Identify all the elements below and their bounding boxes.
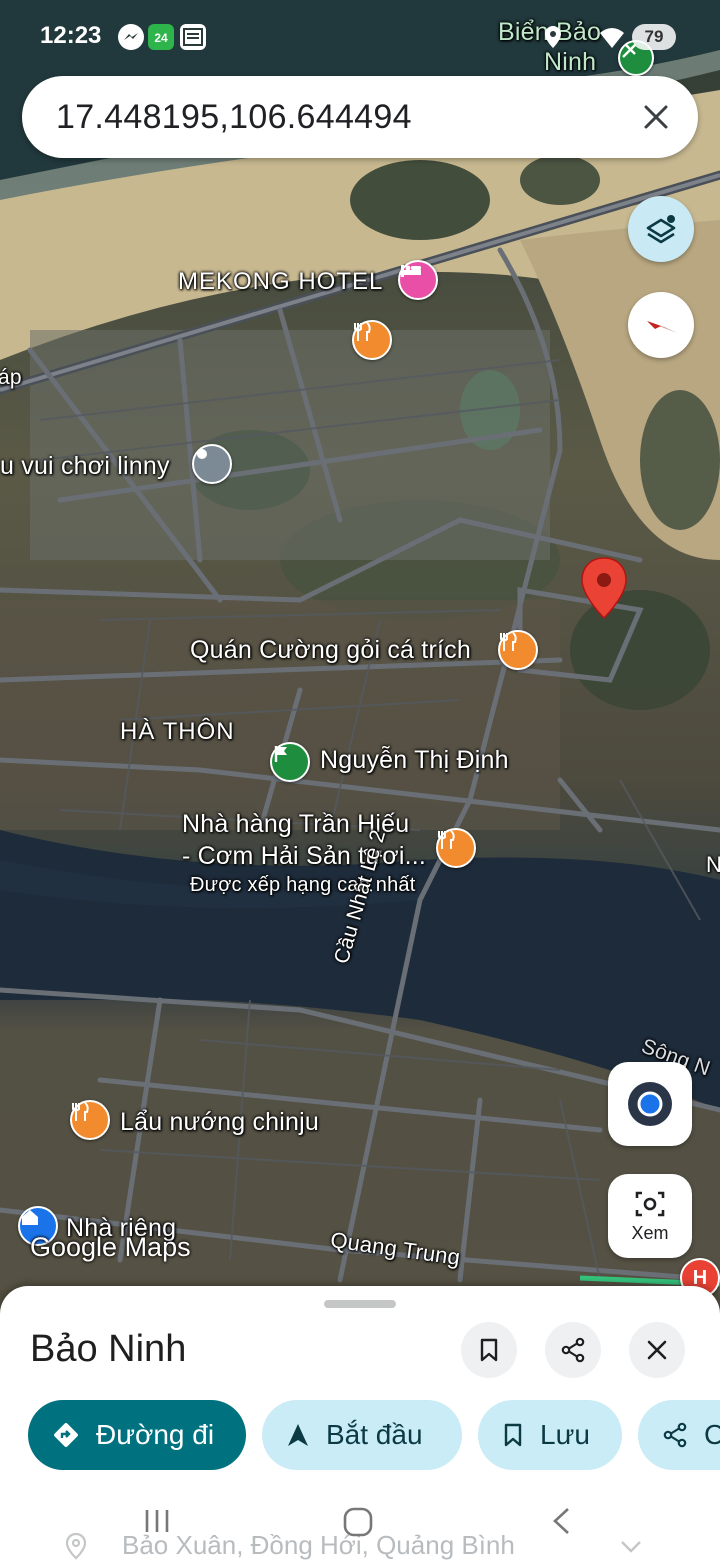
- close-sheet-button[interactable]: [629, 1322, 685, 1378]
- action-chips-row: Đường đi Bắt đầu Lưu C: [28, 1400, 720, 1470]
- start-button[interactable]: Bắt đầu: [262, 1400, 462, 1470]
- label-mekong-hotel[interactable]: MEKONG HOTEL: [178, 268, 383, 296]
- location-pin-icon[interactable]: [578, 556, 630, 622]
- close-icon: [644, 105, 668, 129]
- label-khu-vui-choi[interactable]: u vui chơi linny: [0, 452, 170, 481]
- landmark-poi-icon[interactable]: [270, 742, 310, 782]
- close-icon: [647, 1340, 667, 1360]
- layers-button[interactable]: [628, 196, 694, 262]
- label-nha-hang-2[interactable]: - Cơm Hải Sản tươi...: [182, 842, 426, 871]
- lens-button[interactable]: Xem: [608, 1174, 692, 1258]
- battery-indicator: 79: [632, 24, 676, 50]
- restaurant-poi-icon[interactable]: [436, 828, 476, 868]
- share-button[interactable]: C: [638, 1400, 720, 1470]
- label-quan-cuong[interactable]: Quán Cường gỏi cá trích: [190, 636, 471, 665]
- news-24h-icon: 24: [148, 24, 174, 50]
- label-ha-thon: HÀ THÔN: [120, 718, 235, 745]
- search-input[interactable]: 17.448195,106.644494: [56, 98, 626, 137]
- clear-search-button[interactable]: [626, 87, 686, 147]
- system-nav-bar: [0, 1486, 720, 1560]
- status-time: 12:23: [40, 22, 102, 49]
- directions-button[interactable]: Đường đi: [28, 1400, 246, 1470]
- status-bar: 12:23 24 79: [0, 0, 720, 70]
- lens-label: Xem: [631, 1222, 669, 1243]
- save-button[interactable]: Lưu: [478, 1400, 622, 1470]
- google-maps-logo: Google Maps: [30, 1232, 191, 1262]
- back-icon[interactable]: [548, 1506, 574, 1536]
- camera-lens-icon: [635, 1191, 665, 1216]
- recent-apps-icon[interactable]: [142, 1506, 172, 1536]
- bookmark-icon: [480, 1338, 498, 1362]
- save-label: Lưu: [540, 1419, 590, 1450]
- restaurant-poi-icon[interactable]: [352, 320, 392, 360]
- compass-icon: [647, 321, 677, 333]
- location-status-icon: [545, 26, 561, 48]
- messenger-icon: [118, 24, 144, 50]
- place-poi-icon[interactable]: [192, 444, 232, 484]
- restaurant-poi-icon[interactable]: [70, 1100, 110, 1140]
- home-icon[interactable]: [342, 1506, 374, 1538]
- label-edge-n: N: [706, 852, 720, 877]
- share-label: C: [704, 1419, 720, 1450]
- my-location-button[interactable]: [608, 1062, 692, 1146]
- wifi-icon: [600, 28, 624, 48]
- directions-label: Đường đi: [96, 1419, 215, 1450]
- chevron-down-icon[interactable]: [618, 1538, 644, 1558]
- share-icon-button[interactable]: [545, 1322, 601, 1378]
- bao-moi-icon: [180, 24, 206, 50]
- hotel-poi-icon[interactable]: [398, 260, 438, 300]
- label-nha-hang-note: Được xếp hạng cao nhất: [190, 874, 416, 896]
- share-icon: [663, 1422, 687, 1448]
- place-title: Bảo Ninh: [30, 1328, 187, 1370]
- directions-icon: [54, 1423, 78, 1447]
- layers-icon: [646, 215, 676, 244]
- navigation-arrow-icon: [288, 1424, 308, 1446]
- start-label: Bắt đầu: [326, 1419, 423, 1450]
- compass-button[interactable]: [628, 292, 694, 358]
- my-location-icon: [628, 1082, 672, 1126]
- restaurant-poi-icon[interactable]: [498, 630, 538, 670]
- save-icon-button[interactable]: [461, 1322, 517, 1378]
- svg-text:24: 24: [154, 31, 168, 45]
- label-lau-nuong[interactable]: Lẩu nướng chinju: [120, 1108, 319, 1137]
- drag-handle[interactable]: [324, 1300, 396, 1308]
- label-xap: áp: [0, 366, 22, 389]
- bookmark-icon: [504, 1423, 522, 1447]
- label-nguyen-thi-dinh[interactable]: Nguyễn Thị Định: [320, 746, 509, 775]
- share-icon: [561, 1337, 585, 1363]
- search-bar[interactable]: 17.448195,106.644494: [22, 76, 698, 158]
